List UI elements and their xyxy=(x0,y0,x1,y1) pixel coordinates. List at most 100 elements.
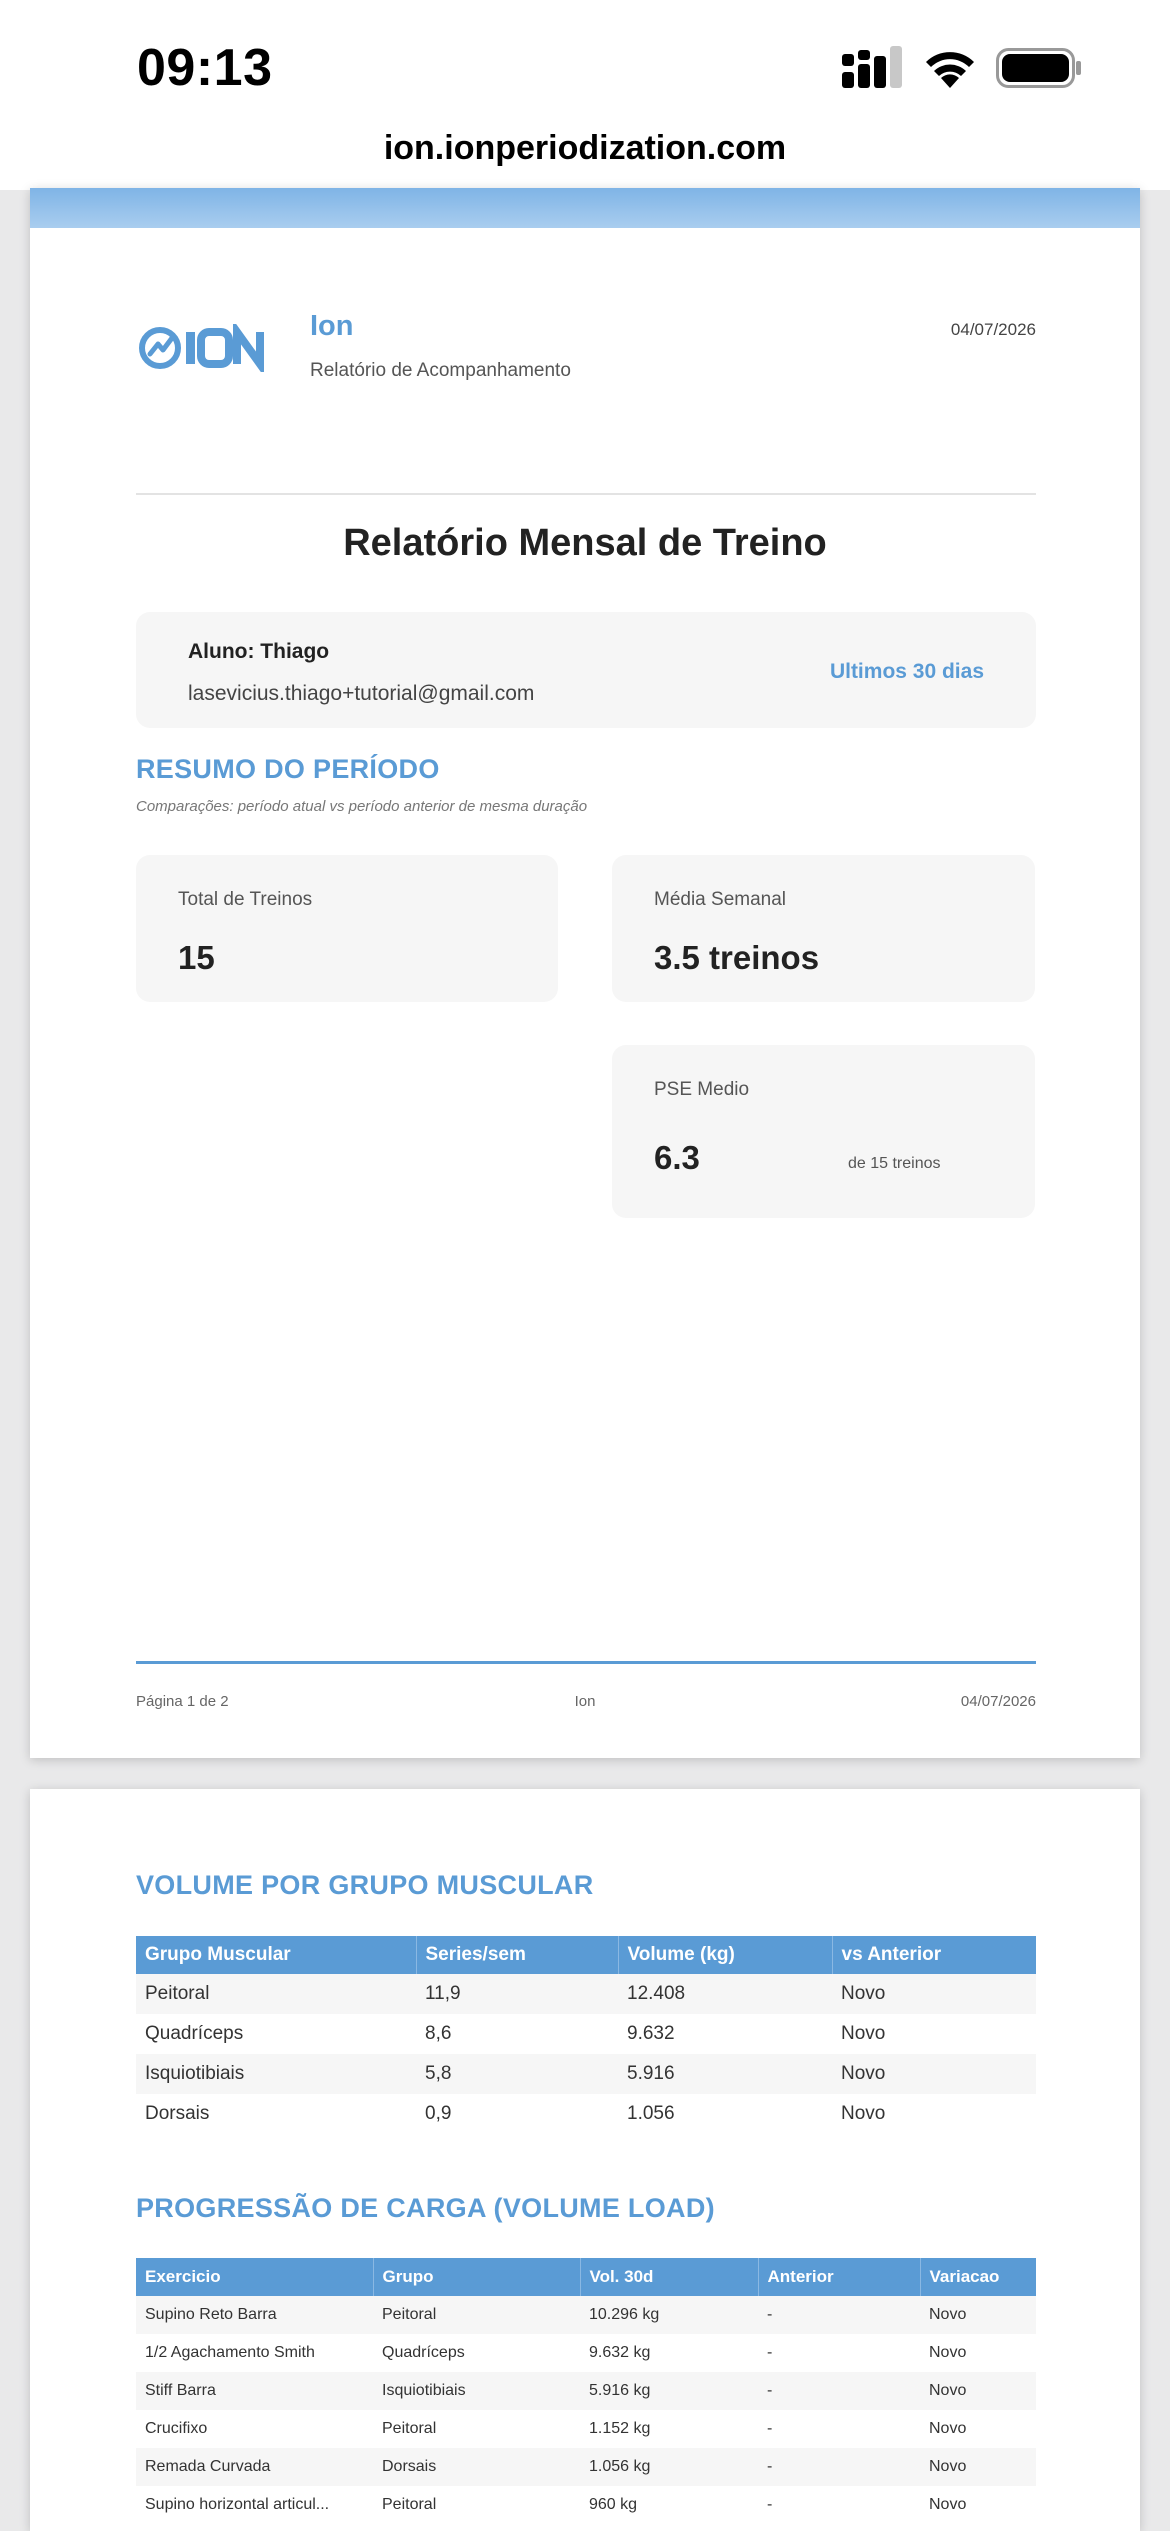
period-label: Ultimos 30 dias xyxy=(829,660,984,683)
table-row: Crucifixo Peitoral 1.152 kg - Novo xyxy=(136,2410,1036,2448)
column-header: Variacao xyxy=(920,2258,1036,2296)
brand-name: Ion xyxy=(310,310,354,342)
table-header-row: Grupo Muscular Series/sem Volume (kg) vs… xyxy=(136,1936,1036,1974)
page-top-band xyxy=(30,188,1140,228)
table-cell: 0,9 xyxy=(425,2103,452,2124)
column-header: Grupo Muscular xyxy=(136,1936,417,1974)
report-page-1: Ion Relatório de Acompanhamento 04/07/20… xyxy=(30,188,1140,1758)
table-cell: 9.632 kg xyxy=(589,2344,651,2361)
table-cell: Novo xyxy=(920,2372,1036,2410)
table-row: Dorsais 0,9 1.056 Novo xyxy=(136,2094,1036,2134)
stat-value: 15 xyxy=(178,939,215,976)
stat-card-total: Total de Treinos 15 xyxy=(136,855,558,1002)
stat-extra: de 15 treinos xyxy=(848,1155,941,1172)
stat-card-weekly: Média Semanal 3.5 treinos xyxy=(612,855,1035,1002)
table-cell: 8,6 xyxy=(425,2023,452,2044)
table-cell: Novo xyxy=(841,2103,886,2124)
table-cell: 5,8 xyxy=(416,2054,618,2094)
table-cell: Novo xyxy=(929,2496,967,2513)
table-cell: - xyxy=(758,2296,920,2334)
url-text: ion.ionperiodization.com xyxy=(383,129,787,167)
table-cell: 5.916 xyxy=(618,2054,832,2094)
battery-icon xyxy=(996,48,1081,88)
table-cell: 10.296 kg xyxy=(580,2296,758,2334)
table-cell: Crucifixo xyxy=(145,2420,208,2437)
stat-card-pse: PSE Medio 6.3 de 15 treinos xyxy=(612,1045,1035,1218)
table-cell: - xyxy=(758,2448,920,2486)
table-cell: Remada Curvada xyxy=(136,2448,373,2486)
header-divider xyxy=(136,493,1036,495)
ion-logo xyxy=(139,324,264,372)
status-time: 09:13 xyxy=(137,39,273,97)
report-date: 04/07/2026 xyxy=(950,320,1036,339)
footer-date: 04/07/2026 xyxy=(960,1693,1036,1710)
report-title: Relatório Mensal de Treino xyxy=(343,522,827,564)
table-cell: Isquiotibiais xyxy=(373,2372,580,2410)
table-row: Peitoral 11,9 12.408 Novo xyxy=(136,1974,1036,2014)
table-cell: Dorsais xyxy=(145,2103,210,2124)
table-cell: - xyxy=(758,2372,920,2410)
stat-value: 3.5 treinos xyxy=(654,939,820,976)
table-cell: 5.916 kg xyxy=(580,2372,758,2410)
footer-line xyxy=(136,1661,1036,1664)
browser-url-bar[interactable]: ion.ionperiodization.com xyxy=(0,120,1170,190)
table-cell: Novo xyxy=(920,2448,1036,2486)
table-cell: Supino Reto Barra xyxy=(136,2296,373,2334)
table-cell: 11,9 xyxy=(416,1974,618,2014)
student-card: Aluno: Thiago lasevicius.thiago+tutorial… xyxy=(136,612,1036,728)
load-section-title: PROGRESSÃO DE CARGA (VOLUME LOAD) xyxy=(136,2193,715,2223)
stat-label: Total de Treinos xyxy=(178,889,313,910)
table-cell: Novo xyxy=(832,2054,1036,2094)
table-cell: Quadríceps xyxy=(382,2344,465,2361)
table-cell: Quadríceps xyxy=(145,2023,244,2044)
status-bar: 09:13 xyxy=(0,0,1170,130)
summary-note: Comparações: período atual vs período an… xyxy=(136,798,588,815)
table-row: Remada Curvada Dorsais 1.056 kg - Novo xyxy=(136,2448,1036,2486)
column-header: Grupo xyxy=(373,2258,581,2296)
table-row: Supino horizontal articul... Peitoral 96… xyxy=(136,2486,1036,2524)
table-cell: 1/2 Agachamento Smith xyxy=(145,2344,315,2361)
table-cell: - xyxy=(767,2496,773,2513)
stat-label: PSE Medio xyxy=(654,1079,750,1100)
table-cell: Novo xyxy=(929,2420,967,2437)
table-row: Isquiotibiais 5,8 5.916 Novo xyxy=(136,2054,1036,2094)
column-header: Volume (kg) xyxy=(618,1936,833,1974)
table-cell: - xyxy=(767,2344,773,2361)
table-row: Quadríceps 8,6 9.632 Novo xyxy=(136,2014,1036,2054)
column-header: vs Anterior xyxy=(832,1936,1036,1974)
table-cell: Novo xyxy=(841,2023,886,2044)
column-header: Exercicio xyxy=(136,2258,374,2296)
table-cell: Novo xyxy=(929,2344,967,2361)
table-cell: 1.152 kg xyxy=(589,2420,651,2437)
volume-section-title: VOLUME POR GRUPO MUSCULAR xyxy=(136,1870,594,1900)
table-cell: Supino horizontal articul... xyxy=(145,2496,330,2513)
table-header-row: Exercicio Grupo Vol. 30d Anterior Variac… xyxy=(136,2258,1036,2296)
table-cell: Novo xyxy=(920,2296,1036,2334)
table-cell: - xyxy=(767,2420,773,2437)
table-row: Stiff Barra Isquiotibiais 5.916 kg - Nov… xyxy=(136,2372,1036,2410)
volume-table: Grupo Muscular Series/sem Volume (kg) vs… xyxy=(136,1936,1036,2134)
table-row: 1/2 Agachamento Smith Quadríceps 9.632 k… xyxy=(136,2334,1036,2372)
column-header: Vol. 30d xyxy=(580,2258,759,2296)
stat-label: Média Semanal xyxy=(654,889,787,910)
report-subtitle: Relatório de Acompanhamento xyxy=(310,360,571,381)
table-cell: Dorsais xyxy=(373,2448,580,2486)
column-header: Series/sem xyxy=(416,1936,619,1974)
summary-section-title: RESUMO DO PERÍODO xyxy=(136,754,440,784)
cellular-signal-icon xyxy=(842,46,902,88)
report-page-2: VOLUME POR GRUPO MUSCULAR Grupo Muscular… xyxy=(30,1789,1140,2531)
wifi-icon xyxy=(926,52,974,88)
column-header: Anterior xyxy=(758,2258,921,2296)
stat-value: 6.3 xyxy=(654,1139,700,1176)
table-cell: Peitoral xyxy=(382,2496,437,2513)
table-cell: Peitoral xyxy=(136,1974,416,2014)
table-cell: Peitoral xyxy=(382,2420,437,2437)
student-name: Aluno: Thiago xyxy=(188,640,330,663)
table-cell: Stiff Barra xyxy=(136,2372,373,2410)
table-cell: 12.408 xyxy=(618,1974,832,2014)
student-email: lasevicius.thiago+tutorial@gmail.com xyxy=(188,682,535,705)
table-cell: 9.632 xyxy=(627,2023,675,2044)
table-cell: 1.056 kg xyxy=(580,2448,758,2486)
table-row: Supino Reto Barra Peitoral 10.296 kg - N… xyxy=(136,2296,1036,2334)
table-cell: Isquiotibiais xyxy=(136,2054,416,2094)
